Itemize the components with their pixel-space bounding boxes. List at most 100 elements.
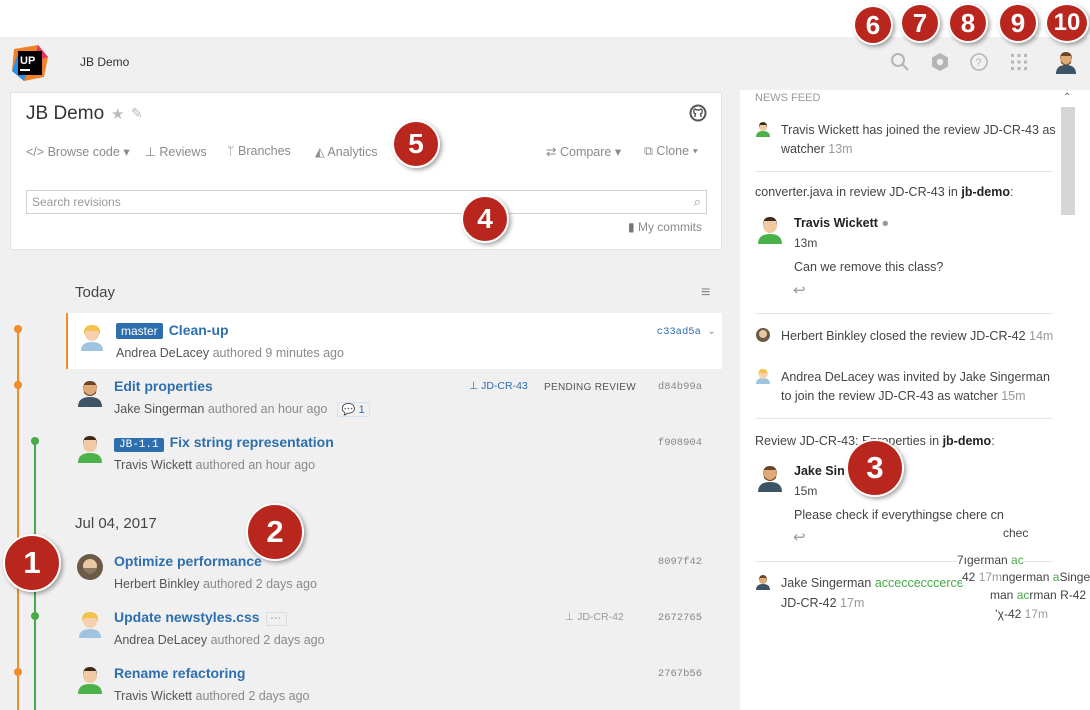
branches-link[interactable]: ᛘ Branches (227, 144, 291, 158)
divider (755, 171, 1053, 172)
reply-icon[interactable]: ↩ (793, 528, 806, 546)
scroll-up-icon[interactable]: ⌃ (1063, 92, 1071, 103)
avatar (75, 377, 105, 407)
svg-text:UP: UP (20, 55, 35, 67)
apps-grid-icon[interactable] (1008, 51, 1030, 73)
commit-row[interactable]: JB-1.1 Fix string representation Travis W… (66, 425, 722, 481)
graph-node (31, 437, 39, 445)
browse-code-menu[interactable]: </> Browse code ▾ (26, 144, 130, 159)
avatar (755, 462, 785, 492)
review-link[interactable]: ⊥ JD-CR-43 (469, 380, 528, 392)
commit-title[interactable]: Clean-up (169, 322, 229, 338)
feed-item: Andrea DeLacey was invited by Jake Singe… (781, 370, 1050, 403)
graph-node (31, 612, 39, 620)
divider (755, 313, 1053, 314)
callout-marker-1: 1 (3, 534, 61, 592)
branch-tag[interactable]: JB-1.1 (114, 438, 164, 452)
commit-author: Herbert Binkley (114, 577, 200, 591)
commit-row[interactable]: Optimize performance Herbert Binkley aut… (66, 544, 722, 600)
date-group-today: Today (75, 284, 116, 301)
glitch-text: 42 17mngerman aSinge (962, 570, 1090, 584)
callout-marker-7: 7 (900, 3, 940, 43)
commit-author: Andrea DeLacey (114, 633, 208, 647)
svg-text:?: ? (976, 57, 982, 69)
commit-hash[interactable]: 2672765 (658, 612, 702, 624)
avatar (756, 575, 770, 590)
search-icon[interactable] (889, 51, 911, 73)
commit-title[interactable]: Edit properties (114, 378, 213, 394)
help-icon[interactable]: ? (968, 51, 990, 73)
commit-hash[interactable]: f908904 (658, 437, 702, 449)
search-revisions-input[interactable] (27, 191, 667, 213)
commit-author: Andrea DeLacey (116, 346, 210, 360)
commit-hash[interactable]: d84b99a (658, 381, 702, 393)
settings-icon[interactable] (929, 51, 951, 73)
search-icon[interactable]: ⌕ (694, 194, 701, 210)
comment-text: Please check if everythingse chere cn (794, 508, 1004, 522)
scrollbar-thumb[interactable] (1061, 107, 1075, 215)
glitch-text: man acrman R-42 (990, 588, 1087, 602)
graph-node (14, 325, 22, 333)
comment-text: Can we remove this class? (794, 260, 944, 274)
avatar (755, 214, 785, 244)
chevron-down-icon: ▾ (123, 145, 130, 159)
avatar (756, 328, 770, 342)
date-group-jul04: Jul 04, 2017 (75, 515, 157, 532)
comments-badge[interactable]: ··· (265, 612, 287, 626)
user-icon: ⊥ (469, 380, 479, 392)
commit-row[interactable]: Update newstyles.css ··· Andrea DeLacey a… (66, 600, 722, 656)
comment-author: Jake Sin (794, 464, 845, 478)
commit-title[interactable]: Optimize performance (114, 553, 262, 569)
menu-icon[interactable]: ≡ (701, 284, 710, 302)
compare-menu[interactable]: ⇄ Compare ▾ (546, 144, 621, 159)
comment-time: 15m (794, 484, 818, 498)
user-icon: ⊥ (565, 611, 575, 623)
clone-menu[interactable]: ⧉ Clone ▾ (644, 144, 698, 159)
commit-row[interactable]: Edit properties Jake Singerman authored … (66, 369, 722, 425)
glitch-text: chec (1003, 526, 1029, 540)
analytics-link[interactable]: ◭ Analytics (315, 144, 377, 159)
upsource-logo[interactable]: UP (10, 43, 50, 83)
commit-hash[interactable]: 2767b56 (658, 668, 702, 680)
glitch-text: ’χ-42 17m (995, 607, 1048, 621)
commit-author: Travis Wickett (114, 458, 193, 472)
comment-author: Travis Wickett ● (794, 216, 890, 230)
feed-item: Jake Singerman acceccecccerce (781, 576, 964, 590)
divider (755, 418, 1053, 419)
commit-title[interactable]: Update newstyles.css (114, 609, 260, 625)
commit-author: Travis Wickett (114, 689, 193, 703)
github-icon[interactable] (689, 104, 707, 122)
avatar (756, 122, 770, 137)
avatar (75, 608, 105, 638)
commit-row[interactable]: master Clean-up Andrea DeLacey authored 9… (66, 313, 722, 369)
avatar (75, 433, 105, 463)
offline-dot-icon: ● (881, 216, 890, 230)
reviews-link[interactable]: ⊥ Reviews (145, 144, 207, 159)
commit-hash[interactable]: 8097f42 (658, 556, 702, 568)
my-commits-filter[interactable]: ▮ My commits (628, 220, 702, 234)
user-avatar[interactable] (1054, 50, 1078, 74)
comments-badge[interactable]: 💬 1 (336, 402, 370, 417)
news-feed-header: NEWS FEED (755, 92, 821, 104)
feed-group-title: converter.java in review JD-CR-43 in jb-… (755, 185, 1014, 199)
commit-hash[interactable]: c33ad5a ⌄ (657, 325, 716, 338)
feed-item: Travis Wickett has joined the review JD-… (781, 123, 1056, 156)
commit-title[interactable]: Fix string representation (170, 434, 334, 450)
commit-title[interactable]: Rename refactoring (114, 665, 245, 681)
commit-author: Jake Singerman (114, 402, 205, 416)
project-breadcrumb[interactable]: JB Demo (80, 55, 129, 69)
callout-marker-8: 8 (948, 3, 988, 43)
commit-time: authored an hour ago (195, 458, 316, 472)
branch-tag[interactable]: master (116, 323, 163, 339)
clone-icon: ⧉ (644, 144, 653, 158)
review-status-badge: PENDING REVIEW (544, 382, 636, 393)
top-bar (0, 37, 1090, 90)
commit-row[interactable]: Rename refactoring Travis Wickett author… (66, 656, 722, 710)
star-icon[interactable]: ★ (111, 105, 124, 123)
edit-pencil-icon[interactable]: ✎ (131, 105, 143, 122)
reply-icon[interactable]: ↩ (793, 281, 806, 299)
review-link[interactable]: ⊥ JD-CR-42 (565, 611, 624, 623)
callout-marker-4: 4 (461, 195, 509, 243)
graph-node (14, 381, 22, 389)
chevron-down-icon: ⌄ (707, 326, 716, 338)
